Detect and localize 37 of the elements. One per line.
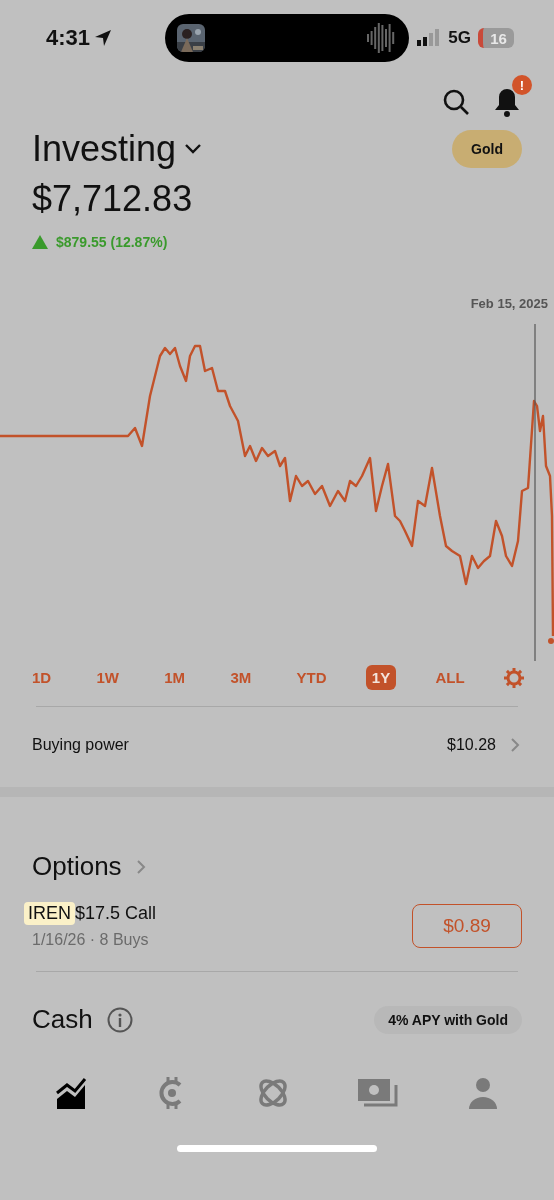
buying-power-value: $10.28 [447, 736, 496, 754]
location-arrow-icon [94, 29, 113, 47]
range-tab[interactable]: ALL [429, 665, 471, 690]
cash-title: Cash [32, 1004, 93, 1035]
portfolio-value: $7,712.83 [32, 178, 194, 220]
range-tab[interactable]: 1M [158, 665, 192, 690]
range-tab[interactable]: YTD [290, 665, 333, 690]
gain-text: $879.55 (12.87%) [56, 234, 168, 250]
bell-icon[interactable] [494, 87, 520, 117]
status-time: 4:31 [46, 25, 91, 51]
range-tab[interactable]: 1Y [365, 665, 397, 690]
ticker-symbol: IREN [24, 902, 75, 925]
notification-badge: ! [512, 75, 532, 95]
contract-detail: 1/16/26 · 8 Buys [31, 931, 150, 949]
buying-power-label: Buying power [32, 736, 129, 754]
options-title[interactable]: Options [32, 851, 122, 882]
signal-icon [417, 29, 442, 47]
range-tab[interactable]: 1D [26, 665, 58, 690]
waveform-icon [366, 21, 397, 55]
info-icon[interactable] [106, 1006, 133, 1033]
date-label: Feb 15, 2025 [470, 296, 548, 311]
account-title[interactable]: Investing [32, 128, 177, 170]
range-tab[interactable]: 3M [224, 665, 258, 690]
contract-name: $17.5 Call [75, 903, 157, 924]
network-type: 5G [448, 28, 471, 48]
chevron-right-icon[interactable] [135, 858, 146, 875]
apy-promo-badge[interactable]: 4% APY with Gold [374, 1005, 522, 1034]
up-triangle-icon [32, 235, 48, 249]
battery-indicator: 16 [478, 28, 514, 48]
chevron-right-icon[interactable] [510, 737, 520, 753]
range-tab[interactable]: 1W [90, 665, 125, 690]
upgrade-button[interactable]: Gold [452, 130, 522, 168]
settings-icon[interactable] [504, 667, 524, 688]
price-button[interactable]: $0.89 [412, 903, 522, 948]
price-chart-drawing[interactable] [0, 344, 554, 644]
chevron-down-icon[interactable] [184, 143, 203, 155]
search-icon[interactable] [442, 88, 470, 116]
